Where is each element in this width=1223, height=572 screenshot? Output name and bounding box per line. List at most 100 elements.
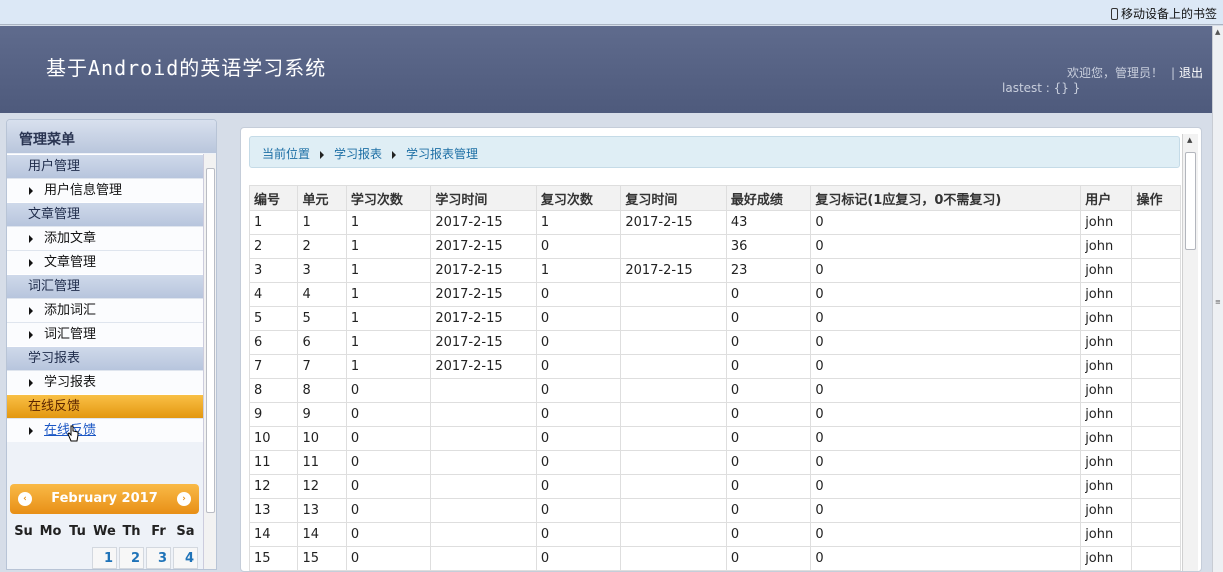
table-cell (620, 378, 727, 403)
table-cell (430, 378, 537, 403)
table-cell: 7 (297, 354, 347, 379)
table-cell: 1 (345, 330, 432, 355)
table-cell: 11 (248, 450, 299, 475)
content-scroll-thumb[interactable] (1185, 152, 1196, 250)
table-cell: 15 (248, 546, 299, 571)
sidebar-item[interactable]: 文章管理 (7, 250, 203, 274)
weekday-label: Su (14, 524, 33, 539)
table-cell (620, 450, 727, 475)
calendar-day[interactable]: 2 (119, 547, 144, 569)
table-cell: 0 (345, 402, 432, 427)
weekday-label: Mo (39, 524, 62, 539)
table-cell: 3 (248, 258, 299, 283)
table-cell: 0 (725, 426, 812, 451)
sidebar-item-label: 添加文章 (44, 231, 97, 246)
table-cell: 1 (345, 258, 432, 283)
logout-link[interactable]: | 退出 (1171, 64, 1203, 81)
table-cell: 0 (810, 210, 1082, 235)
next-month-icon[interactable]: › (177, 492, 191, 506)
column-header: 单元 (297, 185, 347, 211)
table-cell: 14 (248, 522, 299, 547)
table-header-row: 编号 单元 学习次数 学习时间 复习次数 复习时间 最好成绩 复习标记(1应复习，0不需复习)… (248, 185, 1181, 211)
sidebar-section-header[interactable]: 在线反馈 (7, 394, 203, 418)
table-row: 9 9 0 0 0 0 john (248, 402, 1181, 427)
bookmarks-bar: 移动设备上的书签 (0, 0, 1223, 25)
table-cell: 23 (725, 258, 812, 283)
sidebar-item[interactable]: 添加词汇 (7, 298, 203, 322)
table-cell: 11 (297, 450, 347, 475)
calendar-day[interactable]: 1 (92, 547, 117, 569)
table-row: 7 7 1 2017-2-15 0 0 0 john (248, 354, 1181, 379)
content-scrollbar[interactable]: ▲ (1182, 134, 1198, 571)
sidebar-item-label: 学习报表 (44, 375, 97, 390)
table-cell (1131, 546, 1181, 571)
table-cell: 0 (345, 546, 432, 571)
table-cell: 0 (725, 450, 812, 475)
table-cell: 6 (297, 330, 347, 355)
phone-icon (1110, 7, 1118, 20)
weekday-label: Sa (176, 524, 195, 539)
table-cell: 0 (810, 354, 1082, 379)
table-cell: 10 (248, 426, 299, 451)
table-cell (1131, 234, 1181, 259)
calendar-days: 1234567891011 (10, 547, 199, 569)
table-cell: 0 (725, 522, 812, 547)
window-scrollbar[interactable]: ▲ ≡ (1212, 26, 1223, 572)
table-cell: 0 (810, 522, 1082, 547)
sidebar-item[interactable]: 学习报表 (7, 370, 203, 394)
breadcrumb-arrow-icon (392, 150, 397, 159)
table-cell (620, 330, 727, 355)
sidebar-section-header[interactable]: 文章管理 (7, 202, 203, 226)
scroll-up-icon[interactable]: ▲ (1215, 28, 1220, 36)
table-row: 14 14 0 0 0 0 john (248, 522, 1181, 547)
table-cell (620, 426, 727, 451)
table-cell: john (1080, 234, 1133, 259)
calendar-day[interactable]: 3 (146, 547, 171, 569)
prev-month-icon[interactable]: ‹ (18, 492, 32, 506)
table-cell (1131, 258, 1181, 283)
sidebar-section-header[interactable]: 词汇管理 (7, 274, 203, 298)
table-cell: 1 (535, 258, 622, 283)
table-cell: 10 (297, 426, 347, 451)
table-cell: 6 (248, 330, 299, 355)
breadcrumb: 当前位置 学习报表 学习报表管理 (249, 136, 1180, 168)
sidebar-section-header[interactable]: 学习报表 (7, 346, 203, 370)
table-cell: 36 (725, 234, 812, 259)
table-cell: 12 (297, 474, 347, 499)
breadcrumb-item-report-manage[interactable]: 学习报表管理 (406, 147, 478, 161)
breadcrumb-item-current[interactable]: 当前位置 (262, 147, 310, 161)
sidebar-item[interactable]: 用户信息管理 (7, 178, 203, 202)
scroll-up-icon[interactable]: ▲ (1187, 136, 1192, 144)
logout-label: 退出 (1179, 66, 1204, 80)
column-header: 学习次数 (345, 185, 432, 211)
table-cell (620, 474, 727, 499)
mobile-bookmarks-link[interactable]: 移动设备上的书签 (1110, 5, 1217, 22)
calendar-month-label: February 2017 (51, 491, 158, 506)
table-cell (1131, 354, 1181, 379)
sidebar-section-header[interactable]: 用户管理 (7, 154, 203, 178)
table-cell: 0 (725, 498, 812, 523)
weekday-label: Th (122, 524, 141, 539)
sidebar-scrollbar[interactable] (203, 154, 216, 569)
sidebar-item[interactable]: 词汇管理 (7, 322, 203, 346)
breadcrumb-item-report[interactable]: 学习报表 (334, 147, 382, 161)
table-cell: 0 (810, 330, 1082, 355)
table-row: 4 4 1 2017-2-15 0 0 0 john (248, 282, 1181, 307)
site-title: 基于Android的英语学习系统 (46, 56, 327, 80)
mobile-bookmarks-label: 移动设备上的书签 (1120, 7, 1217, 21)
table-cell: john (1080, 546, 1133, 571)
scroll-grip-icon: ≡ (1215, 298, 1221, 306)
table-cell: 0 (345, 522, 432, 547)
table-cell: 5 (297, 306, 347, 331)
calendar-day[interactable]: 4 (173, 547, 198, 569)
sidebar-item[interactable]: 添加文章 (7, 226, 203, 250)
table-cell: john (1080, 282, 1133, 307)
sidebar-item[interactable]: 在线反馈 (7, 418, 203, 442)
column-header: 操作 (1131, 185, 1181, 211)
table-cell: 4 (297, 282, 347, 307)
table-cell: 2017-2-15 (430, 282, 537, 307)
sidebar-scroll-thumb[interactable] (206, 168, 215, 513)
calendar-empty-cell (65, 547, 90, 569)
table-cell: 14 (297, 522, 347, 547)
table-cell (430, 450, 537, 475)
